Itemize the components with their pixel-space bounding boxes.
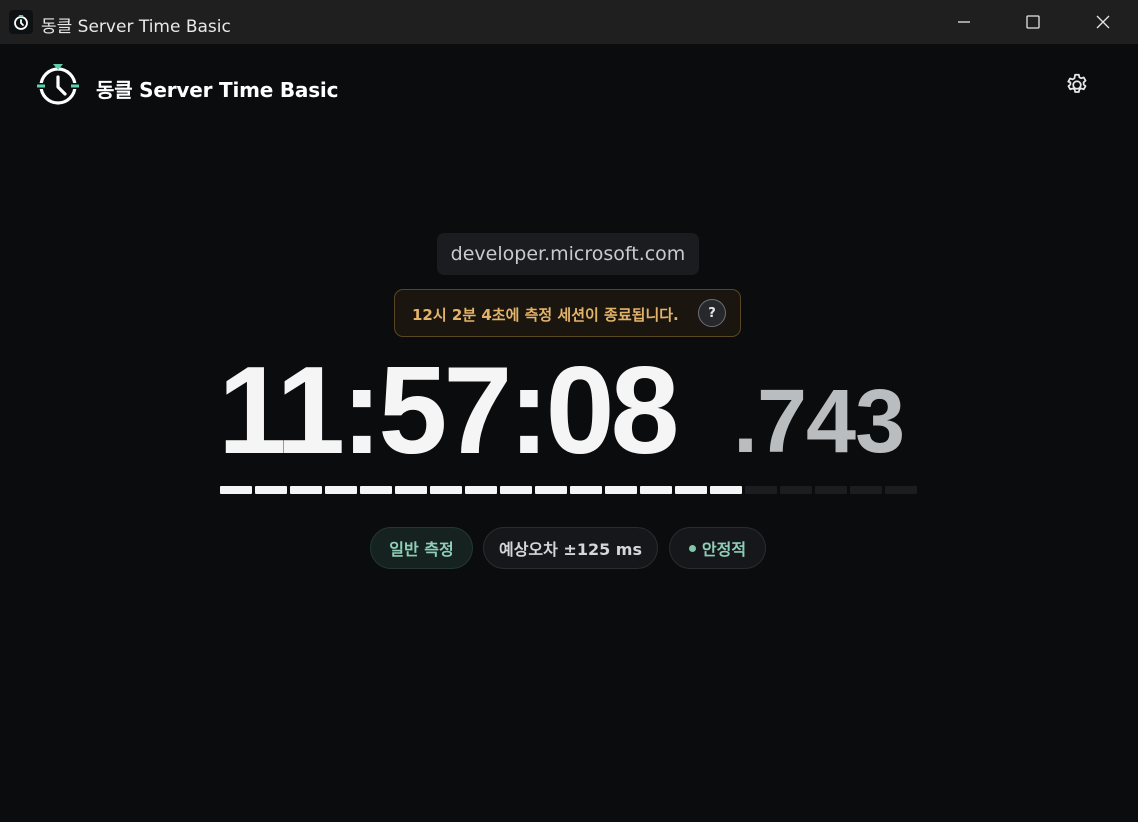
- server-time-display: 11:57:08 .743: [218, 346, 918, 476]
- progress-segment: [570, 486, 602, 494]
- progress-segment: [605, 486, 637, 494]
- minimize-button[interactable]: [929, 0, 999, 44]
- progress-segment: [885, 486, 917, 494]
- server-time-hms: 11:57:08: [218, 342, 680, 480]
- progress-segment: [360, 486, 392, 494]
- progress-segment: [255, 486, 287, 494]
- progress-segment: [640, 486, 672, 494]
- session-end-notice: 12시 2분 4초에 측정 세션이 종료됩니다. ?: [394, 289, 741, 337]
- app-title: 동클 Server Time Basic: [96, 78, 339, 102]
- status-dot-icon: [688, 544, 696, 552]
- progress-segment: [500, 486, 532, 494]
- progress-segment: [325, 486, 357, 494]
- gear-icon: [1067, 73, 1087, 93]
- app-window-icon: [9, 10, 33, 34]
- clock-logo-icon: [36, 63, 80, 107]
- maximize-button[interactable]: [998, 0, 1068, 44]
- stability-label: 안정적: [701, 540, 747, 559]
- minimize-icon: [958, 21, 970, 23]
- window-title: 동클 Server Time Basic: [41, 17, 231, 37]
- progress-segment: [395, 486, 427, 494]
- status-chips: 일반 측정 예상오차 ±125 ms 안정적: [370, 527, 770, 569]
- progress-segment: [220, 486, 252, 494]
- progress-segment: [465, 486, 497, 494]
- window-titlebar: 동클 Server Time Basic: [0, 0, 1138, 44]
- progress-segment: [675, 486, 707, 494]
- measurement-mode-button[interactable]: 일반 측정: [370, 527, 473, 569]
- expected-error-badge: 예상오차 ±125 ms: [483, 527, 658, 569]
- server-time-milliseconds: .743: [733, 372, 905, 472]
- close-icon: [1096, 15, 1110, 29]
- second-progress-bar: [220, 486, 920, 494]
- stability-badge: 안정적: [669, 527, 766, 569]
- session-end-notice-text: 12시 2분 4초에 측정 세션이 종료됩니다.: [412, 306, 679, 324]
- progress-segment: [290, 486, 322, 494]
- help-button[interactable]: ?: [698, 299, 726, 327]
- close-button[interactable]: [1068, 0, 1138, 44]
- maximize-icon: [1026, 15, 1040, 29]
- progress-segment: [745, 486, 777, 494]
- progress-segment: [850, 486, 882, 494]
- server-domain-label: developer.microsoft.com: [437, 233, 699, 275]
- settings-button[interactable]: [1062, 70, 1092, 100]
- progress-segment: [780, 486, 812, 494]
- progress-segment: [535, 486, 567, 494]
- progress-segment: [710, 486, 742, 494]
- progress-segment: [815, 486, 847, 494]
- progress-segment: [430, 486, 462, 494]
